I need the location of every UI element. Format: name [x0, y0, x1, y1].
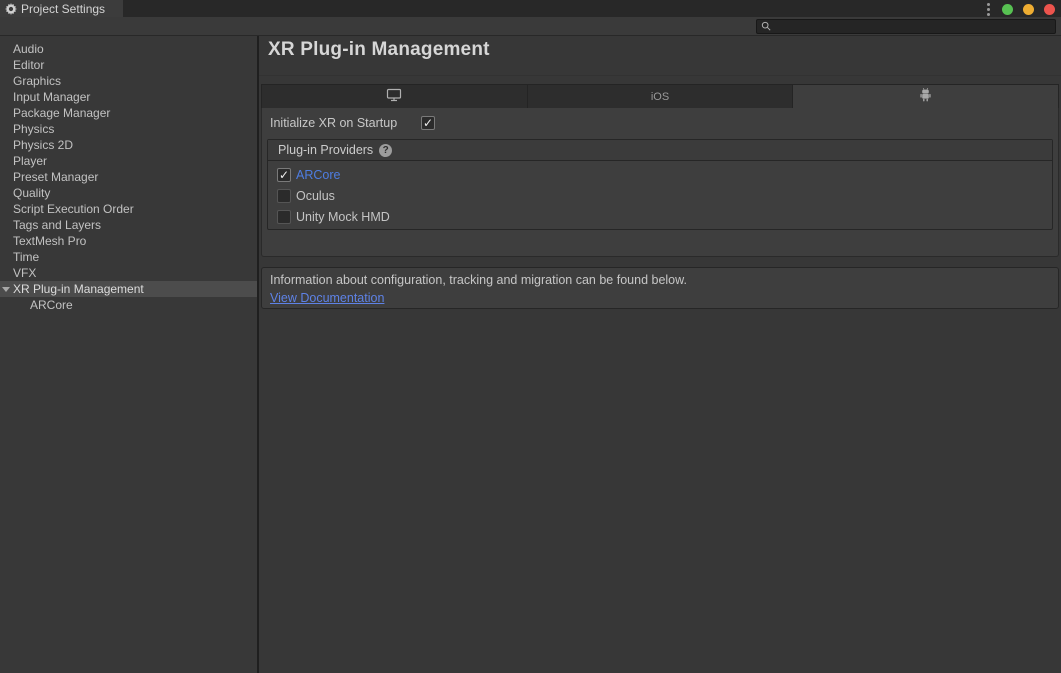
window-tab-title: Project Settings	[21, 2, 105, 16]
provider-row: Oculus	[268, 185, 1052, 206]
sidebar-item-label: Preset Manager	[13, 170, 98, 184]
sidebar-item-label: Time	[13, 250, 39, 264]
sidebar-item-quality[interactable]: Quality	[0, 185, 257, 201]
sidebar-item-label: Physics 2D	[13, 138, 73, 152]
android-icon	[919, 88, 932, 105]
sidebar-item-label: Physics	[13, 122, 54, 136]
window-button-yellow[interactable]	[1023, 4, 1034, 15]
tab-android[interactable]	[792, 85, 1058, 108]
ios-tab-label: iOS	[651, 91, 669, 103]
sidebar-item-graphics[interactable]: Graphics	[0, 73, 257, 89]
tab-ios[interactable]: iOS	[527, 85, 793, 108]
settings-sidebar: Audio Editor Graphics Input Manager Pack…	[0, 36, 259, 673]
android-settings-panel: Initialize XR on Startup Plug-in Provide…	[261, 108, 1059, 257]
provider-label: Unity Mock HMD	[296, 210, 390, 224]
sidebar-item-textmesh-pro[interactable]: TextMesh Pro	[0, 233, 257, 249]
sidebar-item-label: Quality	[13, 186, 50, 200]
help-icon[interactable]: ?	[379, 144, 392, 157]
sidebar-item-editor[interactable]: Editor	[0, 57, 257, 73]
sidebar-item-player[interactable]: Player	[0, 153, 257, 169]
foldout-triangle-icon[interactable]	[2, 287, 10, 292]
sidebar-item-xr-plug-in-management[interactable]: XR Plug-in Management	[0, 281, 257, 297]
sidebar-item-arcore[interactable]: ARCore	[0, 297, 257, 313]
sidebar-item-input-manager[interactable]: Input Manager	[0, 89, 257, 105]
provider-row: Unity Mock HMD	[268, 206, 1052, 227]
sidebar-item-audio[interactable]: Audio	[0, 41, 257, 57]
sidebar-item-label: Player	[13, 154, 47, 168]
sidebar-item-label: Script Execution Order	[13, 202, 134, 216]
provider-checkbox[interactable]	[277, 168, 291, 182]
settings-toolbar	[0, 17, 1061, 36]
sidebar-item-label: VFX	[13, 266, 36, 280]
initialize-xr-label: Initialize XR on Startup	[270, 116, 421, 130]
search-box[interactable]	[756, 19, 1056, 34]
sidebar-item-label: TextMesh Pro	[13, 234, 86, 248]
sidebar-item-physics[interactable]: Physics	[0, 121, 257, 137]
sidebar-item-time[interactable]: Time	[0, 249, 257, 265]
window-button-green[interactable]	[1002, 4, 1013, 15]
platform-tab-bar: iOS	[261, 84, 1059, 108]
page-title: XR Plug-in Management	[268, 39, 490, 61]
sidebar-item-preset-manager[interactable]: Preset Manager	[0, 169, 257, 185]
xr-management-panel: XR Plug-in Management iOS	[259, 36, 1061, 673]
sidebar-item-physics-2d[interactable]: Physics 2D	[0, 137, 257, 153]
window-controls	[985, 2, 1055, 17]
title-separator	[259, 75, 1061, 76]
initialize-xr-row: Initialize XR on Startup	[270, 116, 435, 130]
sidebar-item-label: Audio	[13, 42, 44, 56]
tab-project-settings[interactable]: Project Settings	[0, 0, 123, 17]
project-settings-window: Project Settings Audio Editor	[0, 0, 1061, 673]
sidebar-item-package-manager[interactable]: Package Manager	[0, 105, 257, 121]
provider-checkbox[interactable]	[277, 210, 291, 224]
window-tab-strip: Project Settings	[0, 0, 1061, 17]
sidebar-item-script-execution-order[interactable]: Script Execution Order	[0, 201, 257, 217]
sidebar-item-label: Graphics	[13, 74, 61, 88]
sidebar-list: Audio Editor Graphics Input Manager Pack…	[0, 41, 257, 313]
initialize-xr-checkbox[interactable]	[421, 116, 435, 130]
sidebar-item-label: Editor	[13, 58, 44, 72]
provider-label: ARCore	[296, 168, 340, 182]
sidebar-item-label: XR Plug-in Management	[13, 282, 144, 296]
view-documentation-link[interactable]: View Documentation	[270, 291, 384, 305]
sidebar-item-label: Input Manager	[13, 90, 90, 104]
search-icon	[761, 20, 771, 34]
sidebar-item-label: ARCore	[30, 298, 73, 312]
sidebar-item-vfx[interactable]: VFX	[0, 265, 257, 281]
tab-desktop[interactable]	[262, 85, 527, 108]
provider-row: ARCore	[268, 164, 1052, 185]
kebab-menu-icon[interactable]	[985, 2, 992, 17]
gear-icon	[5, 3, 17, 15]
window-button-red[interactable]	[1044, 4, 1055, 15]
provider-list: ARCore Oculus Unity Mock HMD	[268, 164, 1052, 227]
provider-label: Oculus	[296, 189, 335, 203]
plugin-providers-box: Plug-in Providers ? ARCore Oculus Unity …	[267, 139, 1053, 230]
search-input[interactable]	[774, 20, 1051, 33]
sidebar-item-tags-and-layers[interactable]: Tags and Layers	[0, 217, 257, 233]
info-box: Information about configuration, trackin…	[261, 267, 1059, 309]
info-text: Information about configuration, trackin…	[270, 272, 1050, 289]
sidebar-item-label: Tags and Layers	[13, 218, 101, 232]
desktop-icon	[386, 88, 402, 105]
plugin-providers-header: Plug-in Providers ?	[268, 140, 1052, 161]
plugin-providers-title: Plug-in Providers	[278, 143, 373, 157]
sidebar-item-label: Package Manager	[13, 106, 110, 120]
provider-checkbox[interactable]	[277, 189, 291, 203]
